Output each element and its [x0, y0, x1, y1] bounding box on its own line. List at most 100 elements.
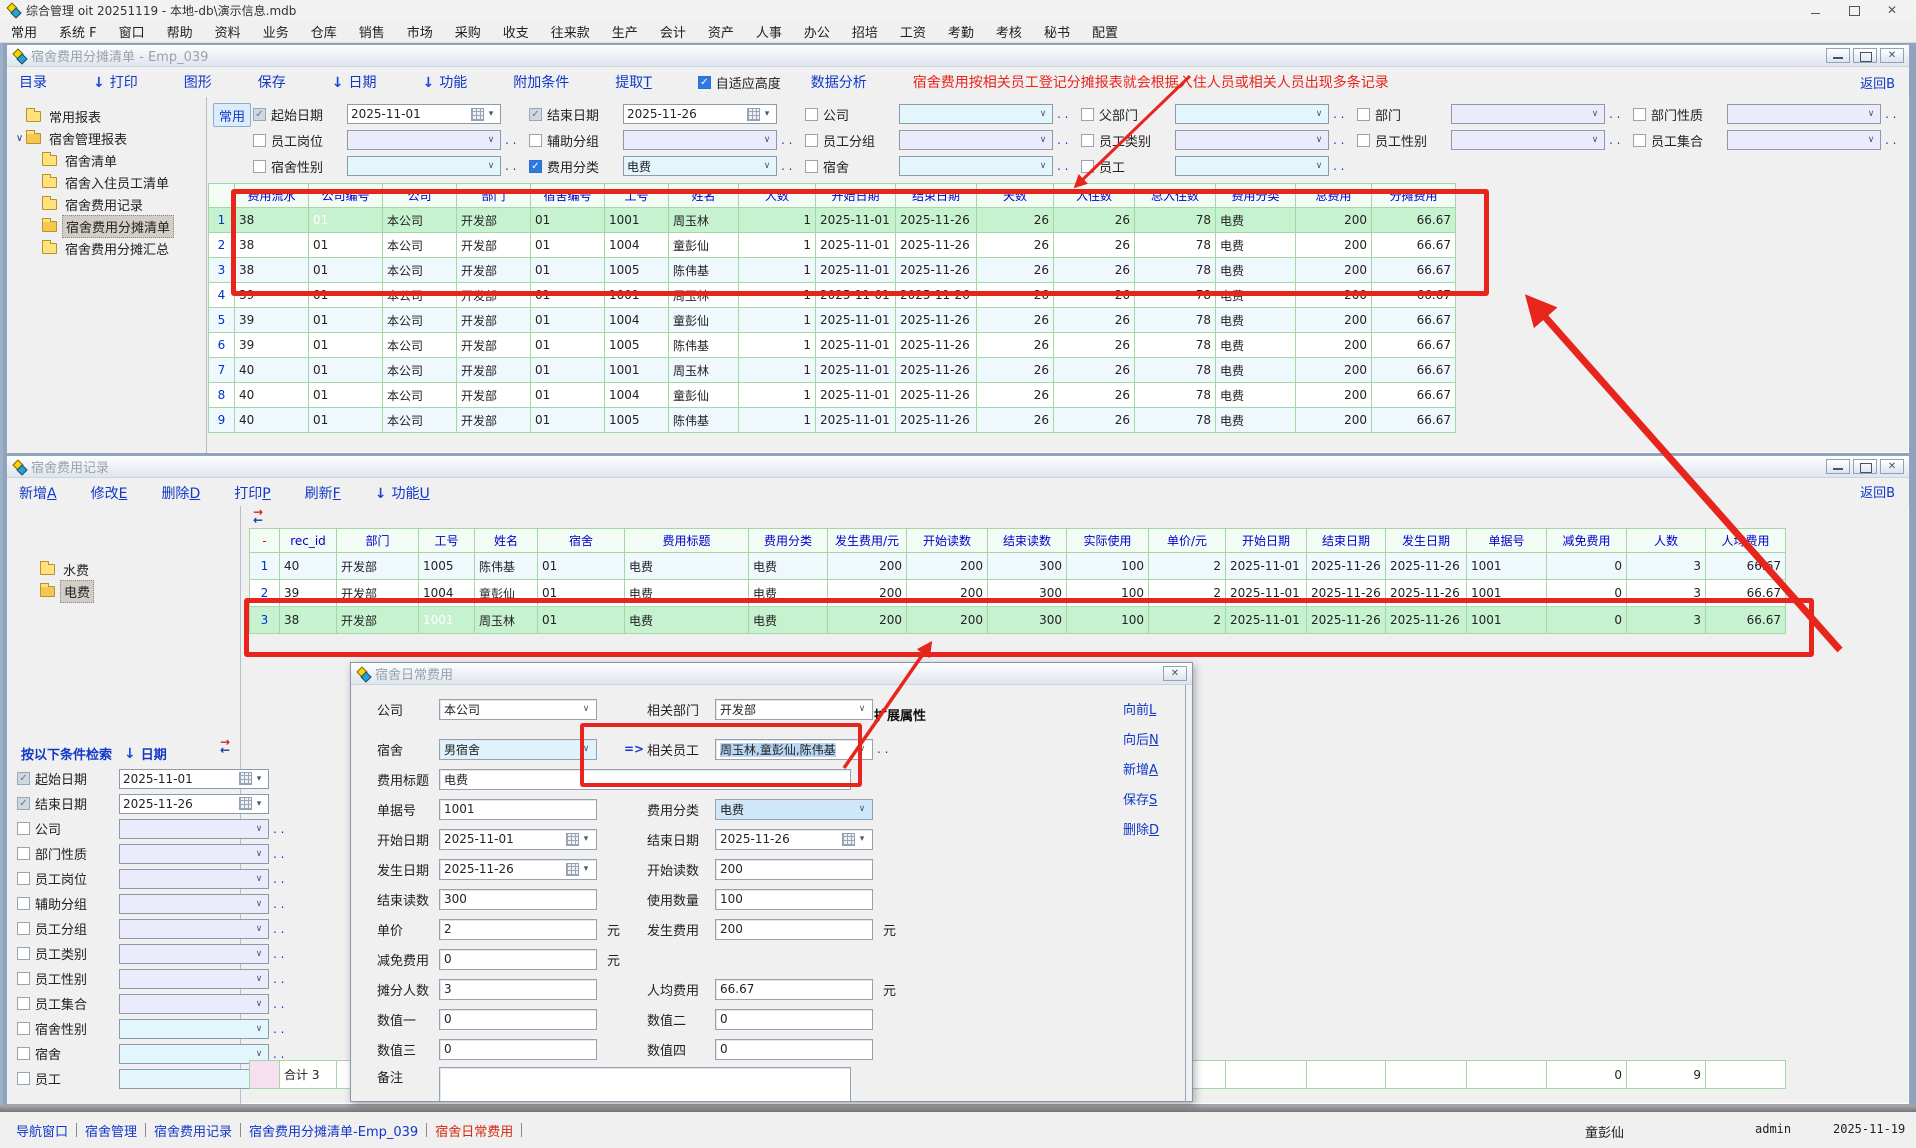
grid-cell[interactable]: 电费 — [625, 607, 749, 634]
menu-item[interactable]: 销售 — [348, 20, 396, 43]
table-row[interactable]: 74001本公司开发部011001周玉林12025-11-012025-11-2… — [209, 358, 1456, 383]
filter-checkbox[interactable] — [17, 872, 30, 885]
grid-cell[interactable]: 300 — [988, 553, 1067, 580]
menu-item[interactable]: 考勤 — [937, 20, 985, 43]
column-header[interactable]: 宿舍编号 — [531, 184, 605, 208]
grid-cell[interactable]: 1 — [739, 233, 816, 258]
num1-input[interactable]: 0 — [439, 1009, 597, 1030]
menu-item[interactable]: 往来款 — [540, 20, 601, 43]
grid-cell[interactable]: 26 — [977, 383, 1054, 408]
grid-cell[interactable]: 开发部 — [337, 553, 419, 580]
dropdown-arrow-icon[interactable]: ∨ — [580, 744, 592, 754]
grid-cell[interactable]: 童彭仙 — [475, 580, 538, 607]
more-button[interactable]: . . — [1885, 107, 1896, 121]
column-header[interactable]: 结束日期 — [1307, 529, 1386, 553]
column-header[interactable]: 总入住数 — [1135, 184, 1216, 208]
grid-cell[interactable]: 01 — [309, 383, 383, 408]
grid-cell[interactable]: 6 — [209, 333, 235, 358]
grid-cell[interactable]: 2025-11-01 — [816, 383, 896, 408]
extended-properties-label[interactable]: 扩展属性 — [874, 705, 926, 724]
column-header[interactable]: 工号 — [605, 184, 669, 208]
grid-cell[interactable]: 1001 — [1467, 607, 1547, 634]
table-row[interactable]: 338开发部1001周玉林01电费电费20020030010022025-11-… — [250, 607, 1786, 634]
column-header[interactable]: rec_id — [280, 529, 337, 553]
grid-cell[interactable]: 200 — [828, 580, 907, 607]
share-count-input[interactable]: 3 — [439, 979, 597, 1000]
dialog-button[interactable]: 新增A — [1123, 759, 1159, 778]
grid-cell[interactable]: 40 — [280, 553, 337, 580]
menu-item[interactable]: 工资 — [889, 20, 937, 43]
column-header[interactable]: 开始日期 — [1226, 529, 1307, 553]
grid-cell[interactable]: 1001 — [605, 208, 669, 233]
back-button[interactable]: 返回B — [1860, 482, 1895, 501]
table-row[interactable]: 53901本公司开发部011004童彭仙12025-11-012025-11-2… — [209, 308, 1456, 333]
grid-cell[interactable]: 38 — [235, 208, 309, 233]
grid-cell[interactable]: 2025-11-26 — [896, 333, 977, 358]
grid-cell[interactable]: 66.67 — [1372, 233, 1456, 258]
more-button[interactable]: . . — [273, 972, 284, 986]
filter-checkbox[interactable] — [253, 160, 266, 173]
column-header[interactable]: 姓名 — [475, 529, 538, 553]
filter-checkbox[interactable]: ✓ — [529, 160, 542, 173]
grid-cell[interactable]: 2025-11-26 — [896, 233, 977, 258]
maximize-icon[interactable] — [1848, 4, 1860, 16]
more-button[interactable]: . . — [1057, 159, 1068, 173]
filter-checkbox[interactable] — [1081, 108, 1094, 121]
table-row[interactable]: 239开发部1004童彭仙01电费电费20020030010022025-11-… — [250, 580, 1786, 607]
minimize-icon[interactable] — [1826, 459, 1850, 474]
filter-checkbox[interactable] — [805, 160, 818, 173]
grid-cell[interactable]: 200 — [1296, 333, 1372, 358]
column-header[interactable]: 发生费用/元 — [828, 529, 907, 553]
tree-item[interactable]: 宿舍清单 — [7, 149, 206, 171]
grid-cell[interactable]: 本公司 — [383, 308, 457, 333]
date-input[interactable]: 2025-11-26▾ — [119, 794, 269, 814]
grid-cell[interactable]: 1001 — [1467, 553, 1547, 580]
grid-cell[interactable]: 1 — [739, 333, 816, 358]
column-header[interactable]: 单据号 — [1467, 529, 1547, 553]
toolbar-button[interactable]: ↓日期 — [332, 72, 377, 92]
column-header[interactable]: 宿舍 — [538, 529, 625, 553]
grid-cell[interactable]: 2025-11-01 — [1226, 607, 1307, 634]
menu-item[interactable]: 考核 — [985, 20, 1033, 43]
grid-cell[interactable]: 1001 — [605, 358, 669, 383]
grid-cell[interactable]: 2025-11-01 — [816, 308, 896, 333]
table-row[interactable]: 140开发部1005陈伟基01电费电费20020030010022025-11-… — [250, 553, 1786, 580]
column-header[interactable]: 开始日期 — [816, 184, 896, 208]
filter-checkbox[interactable] — [17, 897, 30, 910]
column-header[interactable]: 分摊费用 — [1372, 184, 1456, 208]
column-header[interactable]: 减免费用 — [1547, 529, 1627, 553]
grid-cell[interactable]: 开发部 — [337, 607, 419, 634]
date-input[interactable]: 2025-11-26▾ — [623, 104, 777, 124]
toolbar-button[interactable]: 修改E — [91, 483, 128, 503]
menu-item[interactable]: 市场 — [396, 20, 444, 43]
occur-fee-input[interactable]: 200 — [715, 919, 873, 940]
column-header[interactable] — [209, 184, 235, 208]
grid-cell[interactable]: 200 — [1296, 383, 1372, 408]
grid-cell[interactable]: 电费 — [1216, 258, 1296, 283]
grid-cell[interactable]: 200 — [1296, 258, 1372, 283]
grid-cell[interactable]: 38 — [280, 607, 337, 634]
company-select[interactable]: 本公司∨ — [439, 699, 597, 720]
grid-cell[interactable]: 电费 — [1216, 308, 1296, 333]
grid-cell[interactable]: 01 — [531, 383, 605, 408]
grid-cell[interactable]: 童彭仙 — [669, 233, 739, 258]
filter-select[interactable]: ∨ — [347, 130, 501, 150]
grid-cell[interactable]: 5 — [209, 308, 235, 333]
grid-cell[interactable]: 200 — [907, 580, 988, 607]
filter-select[interactable]: ∨ — [1175, 104, 1329, 124]
grid-cell[interactable]: 电费 — [749, 580, 828, 607]
grid-cell[interactable]: 1 — [739, 383, 816, 408]
column-header[interactable]: 费用分类 — [1216, 184, 1296, 208]
grid-cell[interactable]: 66.67 — [1372, 258, 1456, 283]
grid-cell[interactable]: 4 — [209, 283, 235, 308]
filter-select[interactable]: ∨ — [899, 156, 1053, 176]
menu-item[interactable]: 仓库 — [300, 20, 348, 43]
grid-cell[interactable]: 26 — [977, 233, 1054, 258]
toolbar-button[interactable]: 打印P — [234, 483, 270, 503]
column-header[interactable]: 结束日期 — [896, 184, 977, 208]
menu-item[interactable]: 常用 — [0, 20, 48, 43]
grid-cell[interactable]: 开发部 — [457, 383, 531, 408]
toolbar-button[interactable]: ↓功能U — [375, 483, 430, 503]
tree-item[interactable]: 宿舍费用记录 — [7, 193, 206, 215]
filter-select[interactable]: ∨ — [1175, 156, 1329, 176]
